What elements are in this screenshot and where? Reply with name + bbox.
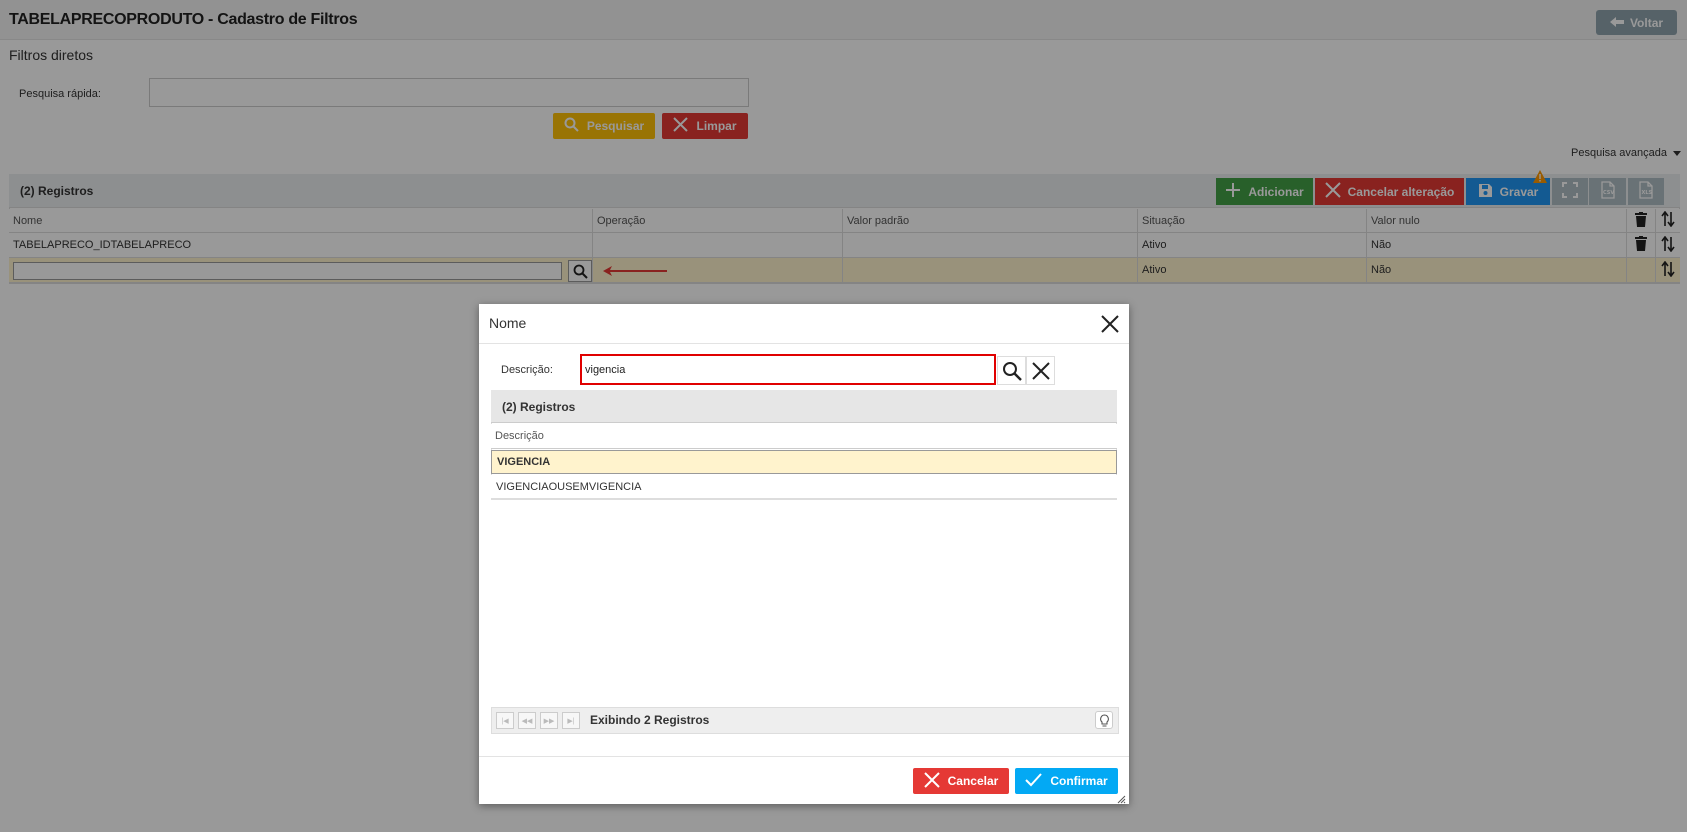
last-page-button[interactable]: ▶| xyxy=(562,712,580,729)
list-item-selected[interactable]: VIGENCIA xyxy=(491,450,1117,474)
dialog-confirm-button[interactable]: Confirmar xyxy=(1015,768,1118,794)
dialog-title: Nome xyxy=(489,315,527,331)
pagination-status: Exibindo 2 Registros xyxy=(590,713,710,727)
dialog-header-divider xyxy=(479,343,1129,344)
check-icon xyxy=(1025,772,1043,790)
dialog-cancel-button[interactable]: Cancelar xyxy=(913,768,1009,794)
description-clear-button[interactable] xyxy=(1026,356,1055,385)
resize-grip-icon[interactable] xyxy=(1117,793,1126,807)
first-page-button[interactable]: |◀ xyxy=(496,712,514,729)
dialog-confirm-label: Confirmar xyxy=(1050,774,1108,788)
prev-page-button[interactable]: ◀◀ xyxy=(518,712,536,729)
description-search-button[interactable] xyxy=(997,356,1026,385)
lightbulb-icon xyxy=(1099,714,1110,730)
list-item[interactable]: VIGENCIAOUSEMVIGENCIA xyxy=(491,475,1117,499)
tips-button[interactable] xyxy=(1095,711,1113,729)
close-icon xyxy=(1100,315,1120,337)
pagination-bar xyxy=(491,707,1119,734)
description-label: Descrição: xyxy=(501,364,553,376)
lookup-grid-header xyxy=(491,390,1117,423)
close-icon xyxy=(1031,361,1051,384)
dialog-cancel-label: Cancelar xyxy=(947,774,999,788)
description-input[interactable]: vigencia xyxy=(580,354,996,385)
column-header-descricao[interactable]: Descrição xyxy=(491,424,1117,449)
lookup-records-count: (2) Registros xyxy=(502,400,576,414)
search-icon xyxy=(1002,361,1022,384)
dialog-close-button[interactable] xyxy=(1100,314,1120,337)
dialog-footer-divider xyxy=(479,756,1129,757)
close-icon xyxy=(923,771,940,791)
next-page-button[interactable]: ▶▶ xyxy=(540,712,558,729)
